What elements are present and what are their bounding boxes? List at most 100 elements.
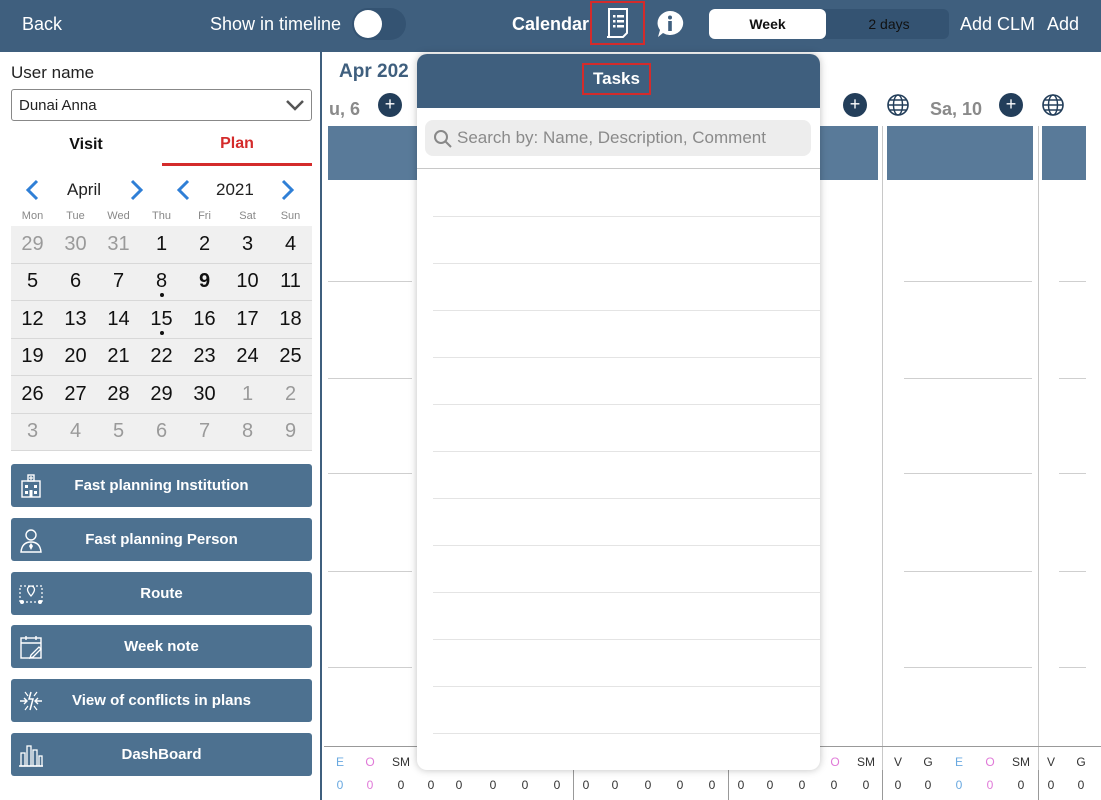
view-2days-button[interactable]: 2 days <box>829 9 949 39</box>
calendar-day-number: 6 <box>155 420 168 443</box>
month-prev-icon[interactable] <box>23 178 43 202</box>
hour-line <box>904 281 1032 282</box>
legend-code: O <box>985 755 995 769</box>
calendar-day[interactable]: 1 <box>140 226 183 263</box>
search-icon <box>434 130 452 148</box>
month-label: April <box>67 180 102 199</box>
calendar-day-number: 30 <box>64 232 87 255</box>
calendar-day[interactable]: 31 <box>97 226 140 263</box>
globe-icon[interactable] <box>1041 93 1065 117</box>
task-list-row-divider <box>433 592 820 593</box>
action-button-label: Week note <box>124 638 199 655</box>
calendar-day[interactable]: 7 <box>183 414 226 451</box>
tasks-button[interactable] <box>590 1 645 45</box>
calendar-day[interactable]: 21 <box>97 339 140 376</box>
month-next-icon[interactable] <box>126 178 146 202</box>
calendar-day[interactable]: 18 <box>269 301 312 338</box>
fast-planning-institution-button[interactable]: Fast planning Institution <box>11 464 312 507</box>
calendar-day-number: 24 <box>236 345 259 368</box>
calendar-day[interactable]: 9 <box>183 264 226 301</box>
calendar-day[interactable]: 30 <box>183 376 226 413</box>
task-list-row-divider <box>433 733 820 734</box>
calendar-day[interactable]: 12 <box>11 301 54 338</box>
calendar-day[interactable]: 11 <box>269 264 312 301</box>
calendar-day-number: 27 <box>64 382 87 405</box>
add-event-plus-icon[interactable]: + <box>843 93 867 117</box>
calendar-day[interactable]: 8 <box>140 264 183 301</box>
calendar-day[interactable]: 3 <box>226 226 269 263</box>
task-list-row-divider <box>433 498 820 499</box>
tasks-search-input[interactable] <box>457 120 807 156</box>
calendar-day[interactable]: 29 <box>11 226 54 263</box>
legend-code: O <box>830 755 840 769</box>
user-name-select[interactable]: Dunai Anna <box>11 89 312 121</box>
calendar-day[interactable]: 5 <box>97 414 140 451</box>
calendar-day[interactable]: 6 <box>54 264 97 301</box>
calendar-day[interactable]: 2 <box>269 376 312 413</box>
task-list-row-divider <box>433 404 820 405</box>
calendar-day-number: 28 <box>107 382 130 405</box>
calendar-day[interactable]: 6 <box>140 414 183 451</box>
route-button[interactable]: Route <box>11 572 312 615</box>
calendar-day[interactable]: 24 <box>226 339 269 376</box>
calendar-day[interactable]: 29 <box>140 376 183 413</box>
tasks-search-box <box>425 120 811 156</box>
task-list-row-divider <box>433 451 820 452</box>
calendar-day[interactable]: 23 <box>183 339 226 376</box>
add-button[interactable]: Add <box>1047 14 1079 35</box>
calendar-day[interactable]: 7 <box>97 264 140 301</box>
calendar-day[interactable]: 22 <box>140 339 183 376</box>
calendar-day[interactable]: 25 <box>269 339 312 376</box>
calendar-day-number: 4 <box>284 232 297 255</box>
calendar-day[interactable]: 16 <box>183 301 226 338</box>
calendar-day[interactable]: 20 <box>54 339 97 376</box>
calendar-day[interactable]: 27 <box>54 376 97 413</box>
week-note-button[interactable]: Week note <box>11 625 312 668</box>
calendar-day[interactable]: 1 <box>226 376 269 413</box>
add-event-plus-icon[interactable]: + <box>378 93 402 117</box>
show-in-timeline-toggle[interactable] <box>352 8 406 40</box>
info-button[interactable] <box>655 9 685 39</box>
add-clm-button[interactable]: Add CLM <box>960 14 1035 35</box>
calendar-day[interactable]: 28 <box>97 376 140 413</box>
calendar-day[interactable]: 17 <box>226 301 269 338</box>
hour-line <box>328 571 412 572</box>
legend-count: 0 <box>553 778 561 792</box>
legend-count: 0 <box>1047 778 1055 792</box>
calendar-day[interactable]: 26 <box>11 376 54 413</box>
calendar-day[interactable]: 13 <box>54 301 97 338</box>
year-next-icon[interactable] <box>277 178 297 202</box>
calendar-day[interactable]: 4 <box>269 226 312 263</box>
year-prev-icon[interactable] <box>174 178 194 202</box>
calendar-day[interactable]: 3 <box>11 414 54 451</box>
calendar-day[interactable]: 19 <box>11 339 54 376</box>
calendar-day-number: 13 <box>64 307 87 330</box>
calendar-day-number: 7 <box>198 420 211 443</box>
add-event-plus-icon[interactable]: + <box>999 93 1023 117</box>
calendar-day[interactable]: 5 <box>11 264 54 301</box>
view-week-button[interactable]: Week <box>709 9 826 39</box>
calendar-day[interactable]: 9 <box>269 414 312 451</box>
calendar-day[interactable]: 4 <box>54 414 97 451</box>
legend-count: 0 <box>1017 778 1025 792</box>
calendar-day-number: 11 <box>280 270 301 293</box>
legend-count: 0 <box>644 778 652 792</box>
view-of-conflicts-in-plans-button[interactable]: View of conflicts in plans <box>11 679 312 722</box>
fast-planning-person-button[interactable]: Fast planning Person <box>11 518 312 561</box>
calendar-day[interactable]: 2 <box>183 226 226 263</box>
tab-plan[interactable]: Plan <box>162 124 312 166</box>
dashboard-button[interactable]: DashBoard <box>11 733 312 776</box>
calendar-day[interactable]: 30 <box>54 226 97 263</box>
hour-line <box>328 473 412 474</box>
globe-icon[interactable] <box>886 93 910 117</box>
year-label: 2021 <box>216 180 254 199</box>
tab-visit[interactable]: Visit <box>11 124 161 166</box>
calendar-day[interactable]: 8 <box>226 414 269 451</box>
back-button[interactable]: Back <box>22 14 62 35</box>
calendar-day[interactable]: 15 <box>140 301 183 338</box>
weekday-label: Thu <box>152 210 171 222</box>
calendar-day[interactable]: 14 <box>97 301 140 338</box>
day-column-header <box>887 126 1033 180</box>
hour-line <box>1059 378 1086 379</box>
calendar-day[interactable]: 10 <box>226 264 269 301</box>
